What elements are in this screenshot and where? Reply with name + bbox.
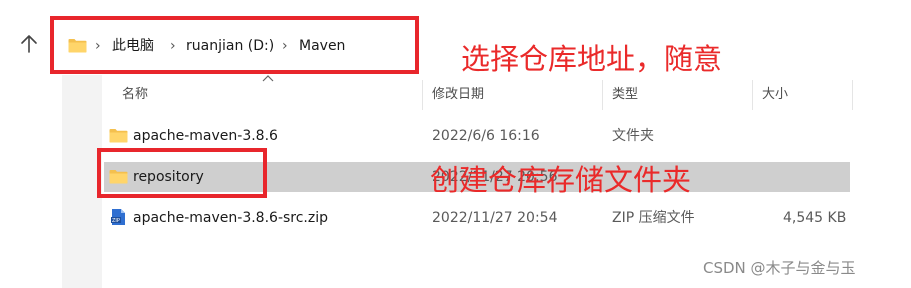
file-name[interactable]: apache-maven-3.8.6-src.zip [133, 209, 328, 227]
up-arrow-icon[interactable] [18, 33, 40, 55]
column-divider[interactable] [752, 80, 753, 110]
file-name[interactable]: apache-maven-3.8.6 [133, 127, 278, 145]
sort-ascending-icon[interactable] [262, 74, 274, 82]
svg-text:ZIP: ZIP [112, 218, 120, 224]
column-header-name[interactable]: 名称 [122, 87, 148, 103]
column-divider[interactable] [422, 80, 423, 110]
file-modified: 2022/11/27 20:54 [432, 210, 558, 226]
annotation-address: 选择仓库地址，随意 [461, 42, 723, 76]
annotation-folder: 创建仓库存储文件夹 [430, 163, 692, 197]
file-size: 4,545 KB [783, 210, 847, 226]
address-highlight-box [50, 16, 419, 74]
folder-icon [109, 129, 128, 143]
column-header-type[interactable]: 类型 [612, 87, 638, 103]
file-modified: 2022/6/6 16:16 [432, 128, 540, 144]
zip-archive-icon: ZIP [111, 209, 125, 225]
file-type: ZIP 压缩文件 [612, 210, 695, 226]
repository-highlight-box [97, 148, 267, 198]
file-type: 文件夹 [612, 128, 654, 144]
column-header-size[interactable]: 大小 [762, 87, 788, 103]
column-divider[interactable] [852, 80, 853, 110]
column-divider[interactable] [602, 80, 603, 110]
navigation-pane-edge [62, 75, 102, 288]
column-header-modified[interactable]: 修改日期 [432, 87, 484, 103]
watermark: CSDN @木子与金与玉 [703, 259, 856, 277]
